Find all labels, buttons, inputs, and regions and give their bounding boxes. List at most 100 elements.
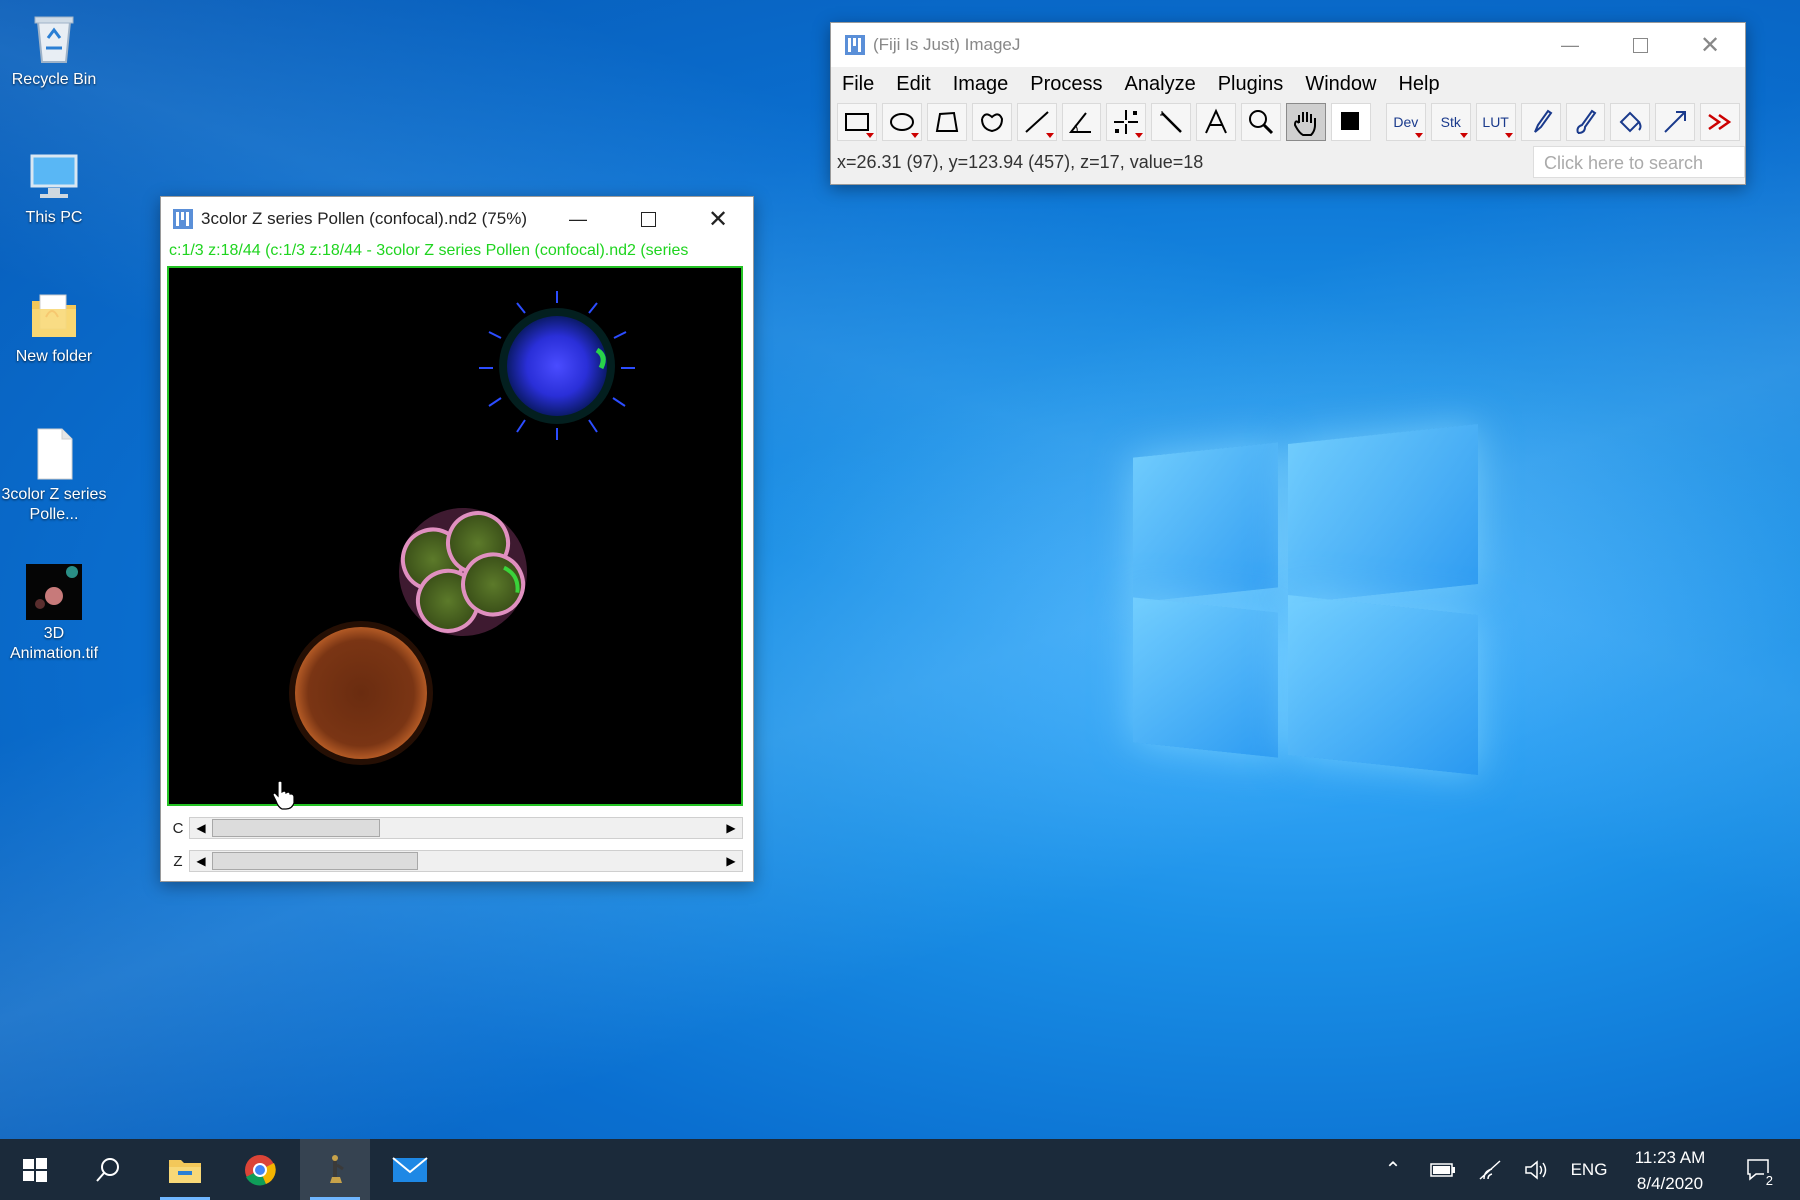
text-tool[interactable] xyxy=(1196,103,1237,141)
dev-tool[interactable]: Dev xyxy=(1385,103,1426,141)
menu-window[interactable]: Window xyxy=(1294,73,1387,96)
fiji-logo-icon xyxy=(845,35,865,55)
angle-tool[interactable] xyxy=(1061,103,1102,141)
windows-logo xyxy=(1133,420,1483,780)
channel-slider-label: C xyxy=(172,819,184,837)
fiji-main-window[interactable]: (Fiji Is Just) ImageJ — ✕ File Edit Imag… xyxy=(830,22,1746,185)
fiji-window-title: (Fiji Is Just) ImageJ xyxy=(873,35,1021,54)
point-tool[interactable] xyxy=(1106,103,1147,141)
menu-process[interactable]: Process xyxy=(1019,73,1113,96)
menu-help[interactable]: Help xyxy=(1387,73,1450,96)
stk-tool[interactable]: Stk xyxy=(1430,103,1471,141)
color-picker-tool[interactable] xyxy=(1330,103,1371,141)
recycle-bin-icon xyxy=(26,10,82,66)
battery-button[interactable] xyxy=(1425,1139,1461,1200)
more-tools[interactable] xyxy=(1700,103,1741,141)
taskbar: ⌃ ENG 11:23 AM 8/4/2020 2 xyxy=(0,1139,1800,1200)
desktop-icon-new-folder[interactable]: New folder xyxy=(0,287,108,367)
folder-icon xyxy=(26,287,82,343)
channel-slider-thumb[interactable] xyxy=(212,819,380,837)
fiji-icon xyxy=(330,1154,344,1183)
image-canvas[interactable] xyxy=(167,266,743,806)
slider-right-arrow-icon[interactable]: ▶ xyxy=(720,818,742,838)
flood-fill-tool[interactable] xyxy=(1610,103,1651,141)
desktop-icon-label: 3D Animation.tif xyxy=(9,625,99,662)
taskbar-fiji[interactable] xyxy=(300,1139,370,1200)
arrow-tool[interactable] xyxy=(1655,103,1696,141)
clock-date: 8/4/2020 xyxy=(1636,1174,1704,1193)
desktop-icon-label: This PC xyxy=(25,209,83,226)
mail-icon xyxy=(392,1156,428,1182)
maximize-button[interactable] xyxy=(613,197,683,241)
notification-badge: 2 xyxy=(1763,1173,1775,1188)
pencil-icon xyxy=(1533,109,1552,133)
z-slider[interactable]: Z ◀ ▶ xyxy=(167,848,743,874)
computer-icon xyxy=(26,148,82,204)
oval-tool[interactable] xyxy=(881,103,922,141)
slider-right-arrow-icon[interactable]: ▶ xyxy=(720,851,742,871)
taskbar-file-explorer[interactable] xyxy=(150,1139,220,1200)
taskbar-chrome[interactable] xyxy=(225,1139,295,1200)
close-button[interactable]: ✕ xyxy=(683,197,753,241)
search-input[interactable]: Click here to search xyxy=(1533,146,1745,178)
minimize-button[interactable]: — xyxy=(1535,23,1605,67)
lut-tool-label: LUT xyxy=(1482,114,1509,130)
desktop-icon-recycle-bin[interactable]: Recycle Bin xyxy=(0,10,108,90)
minimize-button[interactable]: — xyxy=(543,197,613,241)
desktop-icon-label: Recycle Bin xyxy=(11,71,97,88)
stk-tool-label: Stk xyxy=(1440,114,1461,130)
fiji-titlebar[interactable]: (Fiji Is Just) ImageJ — ✕ xyxy=(831,23,1745,67)
menu-file[interactable]: File xyxy=(831,73,885,96)
polygon-tool[interactable] xyxy=(926,103,967,141)
fiji-toolbar: Dev Stk LUT xyxy=(831,101,1745,143)
maximize-button[interactable] xyxy=(1605,23,1675,67)
search-icon xyxy=(96,1157,119,1182)
taskbar-mail[interactable] xyxy=(375,1139,445,1200)
rectangle-tool[interactable] xyxy=(837,103,877,141)
magnifier-tool[interactable] xyxy=(1241,103,1282,141)
close-icon: ✕ xyxy=(1699,31,1721,59)
z-slider-thumb[interactable] xyxy=(212,852,418,870)
language-indicator[interactable]: ENG xyxy=(1565,1139,1613,1200)
menu-analyze[interactable]: Analyze xyxy=(1114,73,1207,96)
hand-cursor-icon xyxy=(272,780,295,815)
volume-button[interactable] xyxy=(1518,1139,1554,1200)
freehand-icon xyxy=(980,113,1003,133)
hand-tool[interactable] xyxy=(1286,103,1326,141)
color-picker-icon xyxy=(1340,112,1359,130)
status-text: x=26.31 (97), y=123.94 (457), z=17, valu… xyxy=(837,151,1204,172)
slider-left-arrow-icon[interactable]: ◀ xyxy=(190,818,212,838)
fiji-menubar: File Edit Image Process Analyze Plugins … xyxy=(831,67,1745,101)
channel-slider-track[interactable]: ◀ ▶ xyxy=(189,817,743,839)
dev-tool-label: Dev xyxy=(1393,114,1419,130)
desktop-icon-3d-animation[interactable]: 3D Animation.tif xyxy=(0,564,108,664)
menu-image[interactable]: Image xyxy=(942,73,1020,96)
lut-tool[interactable]: LUT xyxy=(1475,103,1516,141)
menu-edit[interactable]: Edit xyxy=(885,73,941,96)
action-center-button[interactable]: 2 xyxy=(1735,1139,1783,1200)
freehand-tool[interactable] xyxy=(971,103,1012,141)
z-slider-track[interactable]: ◀ ▶ xyxy=(189,850,743,872)
start-button[interactable] xyxy=(0,1139,70,1200)
show-hidden-icons-button[interactable]: ⌃ xyxy=(1375,1139,1411,1200)
slider-left-arrow-icon[interactable]: ◀ xyxy=(190,851,212,871)
polygon-icon xyxy=(935,111,958,132)
clock-time: 11:23 AM xyxy=(1634,1148,1706,1167)
search-button[interactable] xyxy=(73,1139,143,1200)
double-chevron-icon xyxy=(1708,113,1732,131)
desktop-icon-this-pc[interactable]: This PC xyxy=(0,148,108,228)
taskbar-clock[interactable]: 11:23 AM 8/4/2020 xyxy=(1620,1145,1720,1197)
image-window-titlebar[interactable]: 3color Z series Pollen (confocal).nd2 (7… xyxy=(161,197,753,241)
network-button[interactable] xyxy=(1472,1139,1508,1200)
wand-tool[interactable] xyxy=(1151,103,1192,141)
desktop-icon-pollen-file[interactable]: 3color Z series Polle... xyxy=(0,425,108,525)
desktop-icon-label: New folder xyxy=(15,348,93,365)
pencil-tool[interactable] xyxy=(1520,103,1561,141)
image-window-title: 3color Z series Pollen (confocal).nd2 (7… xyxy=(201,209,527,228)
brush-tool[interactable] xyxy=(1565,103,1606,141)
line-tool[interactable] xyxy=(1016,103,1057,141)
close-button[interactable]: ✕ xyxy=(1675,23,1745,67)
menu-plugins[interactable]: Plugins xyxy=(1207,73,1295,96)
image-window[interactable]: 3color Z series Pollen (confocal).nd2 (7… xyxy=(160,196,754,882)
channel-slider[interactable]: C ◀ ▶ xyxy=(167,815,743,841)
